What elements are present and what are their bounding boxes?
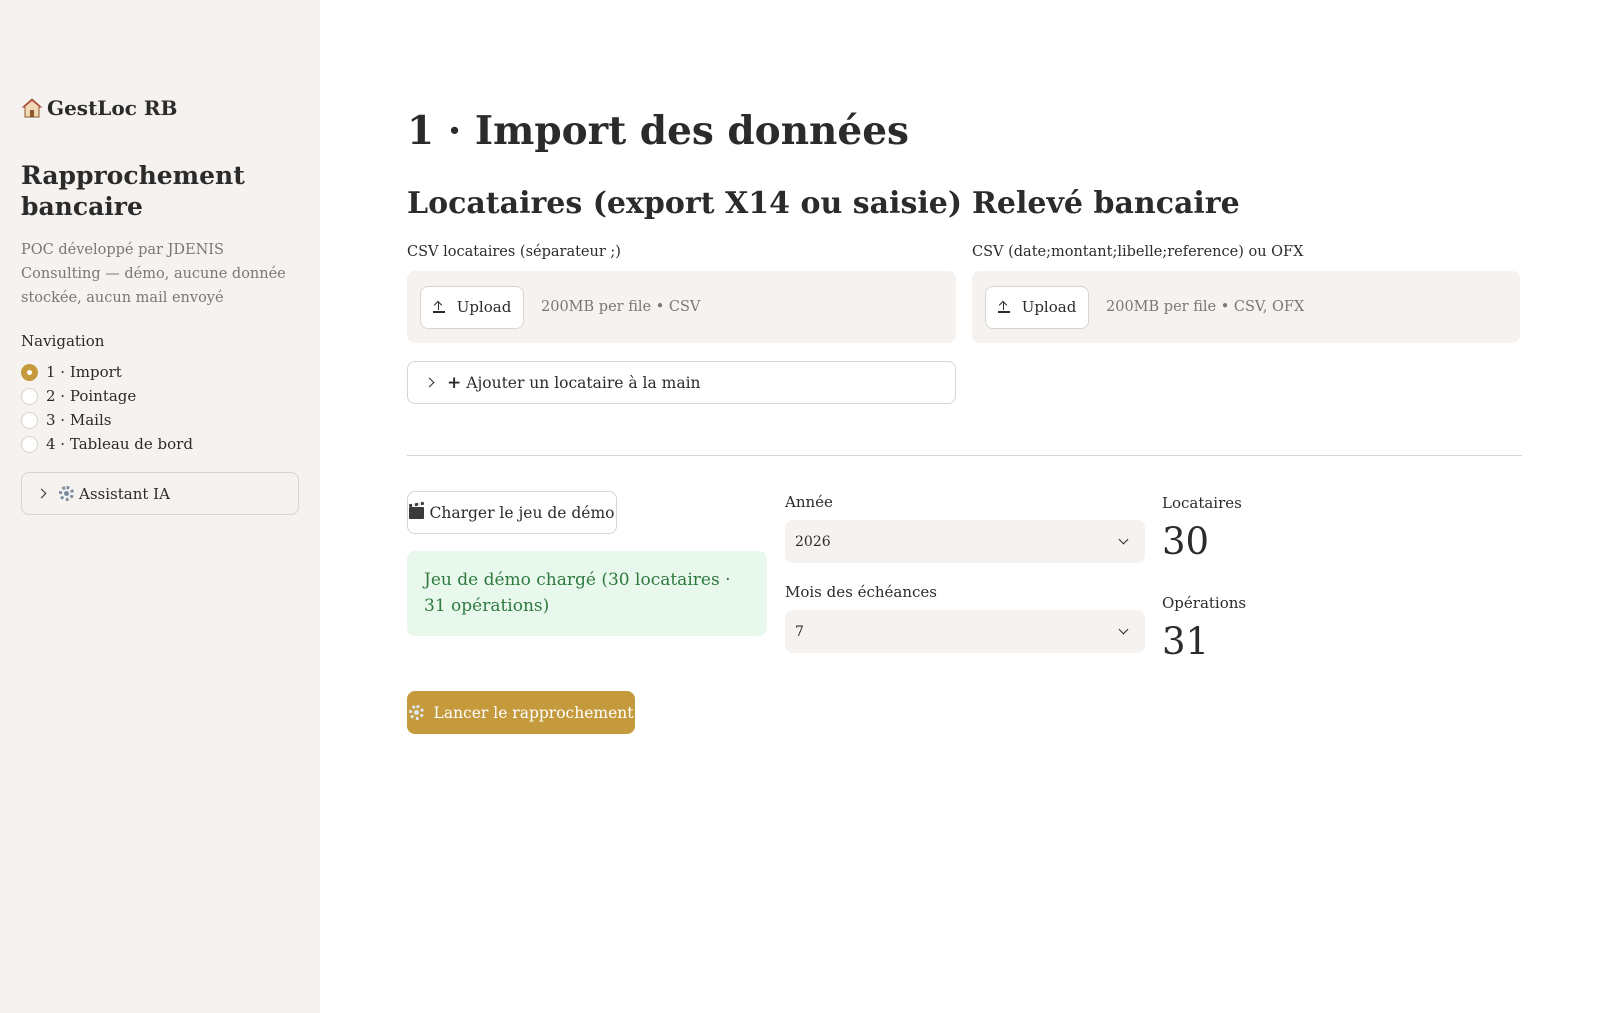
upload-label: Upload bbox=[456, 298, 512, 316]
add-tenant-expander[interactable]: + Ajouter un locataire à la main bbox=[407, 361, 956, 404]
month-label: Mois des échéances bbox=[785, 583, 937, 601]
radio-selected[interactable] bbox=[21, 363, 38, 381]
tenants-upload-button[interactable]: Upload bbox=[420, 285, 524, 329]
page-title: 1 · Import des données bbox=[407, 108, 909, 154]
house-icon bbox=[21, 97, 43, 119]
upload-label: Upload bbox=[1021, 298, 1077, 316]
load-demo-button[interactable]: Charger le jeu de démo bbox=[407, 491, 617, 534]
month-value: 7 bbox=[795, 623, 804, 640]
tenants-csv-label: CSV locataires (séparateur ;) bbox=[407, 244, 621, 260]
bank-csv-label: CSV (date;montant;libelle;reference) ou … bbox=[972, 244, 1304, 260]
sidebar-caption: POC développé par JDENIS Consulting — dé… bbox=[21, 242, 286, 306]
bank-upload-button[interactable]: Upload bbox=[985, 285, 1089, 329]
tenants-title: Locataires (export X14 ou saisie) bbox=[407, 186, 963, 221]
nav-label: Navigation bbox=[21, 332, 105, 350]
success-alert: Jeu de démo chargé (30 locataires · 31 o… bbox=[407, 551, 767, 636]
chevron-right-icon bbox=[36, 488, 47, 499]
chevron-down-icon bbox=[1118, 624, 1129, 635]
tenants-dropzone[interactable]: Upload 200MB per file • CSV bbox=[407, 271, 956, 343]
nav-item-pointage[interactable]: 2 · Pointage bbox=[21, 384, 193, 408]
nav-item-mails[interactable]: 3 · Mails bbox=[21, 408, 193, 432]
upload-icon bbox=[997, 301, 1010, 313]
bank-upload-hint: 200MB per file • CSV, OFX bbox=[1106, 299, 1305, 315]
metric-tenants-value: 30 bbox=[1162, 520, 1210, 563]
assistant-ia-label: Assistant IA bbox=[79, 484, 170, 503]
month-select[interactable]: 7 bbox=[785, 610, 1145, 653]
year-label: Année bbox=[785, 493, 833, 511]
run-reconciliation-label: Lancer le rapprochement bbox=[433, 703, 634, 722]
metric-tenants-label: Locataires bbox=[1162, 494, 1242, 512]
brand: GestLoc RB bbox=[21, 96, 177, 120]
gear-icon bbox=[59, 486, 74, 501]
brand-name: GestLoc RB bbox=[47, 96, 178, 120]
tenants-upload-hint: 200MB per file • CSV bbox=[541, 299, 701, 315]
assistant-ia-expander[interactable]: Assistant IA bbox=[21, 472, 299, 515]
clapperboard-icon bbox=[409, 506, 425, 519]
sidebar: GestLoc RB Rapprochement bancaire POC dé… bbox=[0, 0, 320, 1013]
radio[interactable] bbox=[21, 411, 38, 429]
nav-item-dashboard[interactable]: 4 · Tableau de bord bbox=[21, 432, 193, 456]
nav-item-import[interactable]: 1 · Import bbox=[21, 360, 193, 384]
add-tenant-label: Ajouter un locataire à la main bbox=[466, 373, 701, 392]
radio[interactable] bbox=[21, 387, 38, 405]
run-reconciliation-button[interactable]: Lancer le rapprochement bbox=[407, 691, 635, 734]
nav-item-label: 3 · Mails bbox=[46, 411, 112, 429]
gear-icon bbox=[408, 705, 424, 720]
plus-icon: + bbox=[447, 372, 462, 393]
metric-operations-value: 31 bbox=[1162, 620, 1210, 663]
nav-item-label: 4 · Tableau de bord bbox=[46, 435, 193, 453]
radio[interactable] bbox=[21, 435, 38, 453]
chevron-down-icon bbox=[1118, 534, 1129, 545]
bank-dropzone[interactable]: Upload 200MB per file • CSV, OFX bbox=[972, 271, 1520, 343]
bank-title: Relevé bancaire bbox=[972, 186, 1240, 221]
divider bbox=[407, 455, 1522, 456]
nav-item-label: 2 · Pointage bbox=[46, 387, 137, 405]
upload-icon bbox=[432, 301, 445, 313]
nav-radio-group: 1 · Import 2 · Pointage 3 · Mails 4 · Ta… bbox=[21, 360, 193, 456]
sidebar-title: Rapprochement bancaire bbox=[21, 161, 245, 221]
metric-operations-label: Opérations bbox=[1162, 594, 1247, 612]
year-value: 2026 bbox=[795, 533, 831, 550]
chevron-right-icon bbox=[424, 377, 435, 388]
load-demo-label: Charger le jeu de démo bbox=[429, 503, 615, 522]
nav-item-label: 1 · Import bbox=[46, 363, 122, 381]
year-select[interactable]: 2026 bbox=[785, 520, 1145, 563]
